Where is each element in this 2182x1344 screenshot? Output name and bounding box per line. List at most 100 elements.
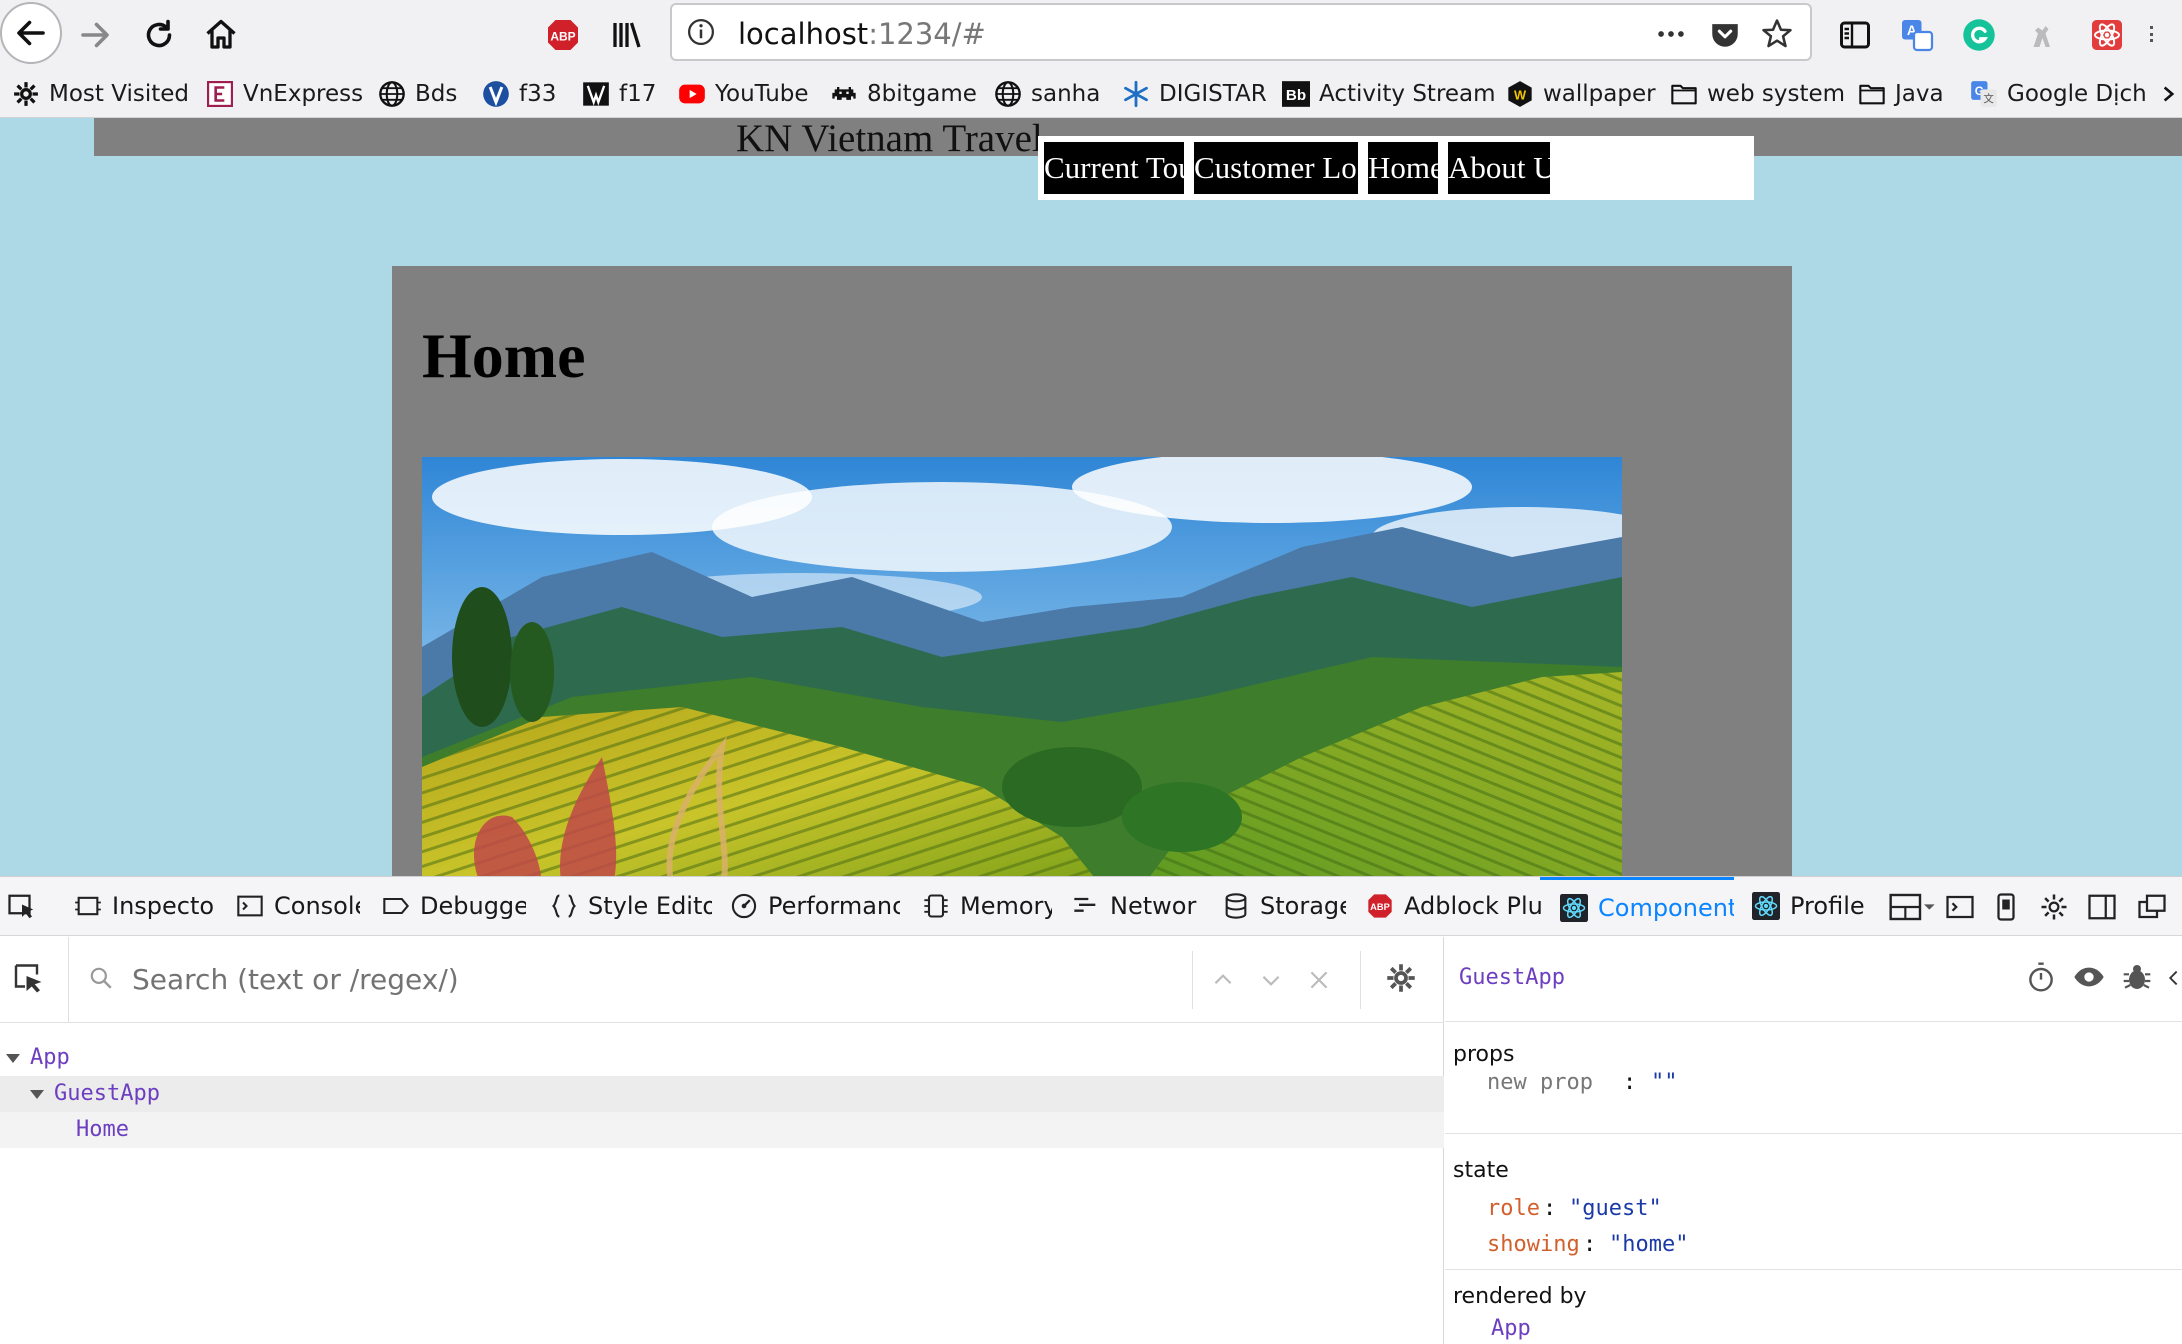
responsive-mode-icon[interactable]	[1990, 891, 2022, 923]
bookmark-wallpaper[interactable]: W wallpaper	[1506, 76, 1656, 112]
component-inspector: GuestApp props new prop : "" state role …	[1445, 937, 2182, 1344]
bookmark-web-system[interactable]: web system	[1670, 76, 1845, 112]
gear-icon	[12, 80, 40, 108]
tab-performance[interactable]: Performanc	[730, 877, 900, 935]
f17-icon	[582, 80, 610, 108]
tab-adblock-plus[interactable]: ABP Adblock Plu	[1366, 877, 1542, 935]
url-text[interactable]: localhost:1234/#	[738, 17, 986, 51]
overflow-handle[interactable]	[2150, 26, 2154, 42]
divider	[1192, 951, 1193, 1009]
chevron-down-icon[interactable]	[1258, 967, 1286, 995]
tab-network[interactable]: Networ	[1072, 877, 1200, 935]
tree-node-label: App	[30, 1045, 70, 1070]
state-value[interactable]: "guest"	[1569, 1196, 1662, 1221]
page-info-icon[interactable]	[686, 17, 716, 47]
frames-dropdown-icon[interactable]	[1888, 891, 1936, 923]
rendered-by-link[interactable]: App	[1491, 1316, 1531, 1341]
nav-current-tours[interactable]: Current Tours	[1044, 142, 1216, 194]
react-ext-icon[interactable]	[2078, 6, 2136, 64]
bookmark-youtube[interactable]: YouTube	[678, 76, 809, 112]
state-key[interactable]: showing	[1487, 1232, 1580, 1257]
chevron-left-icon[interactable]	[2167, 967, 2181, 989]
state-key[interactable]: role	[1487, 1196, 1540, 1221]
grammarly-icon[interactable]	[1950, 6, 2008, 64]
bookmark-label: wallpaper	[1543, 81, 1656, 107]
bookmark-bds[interactable]: Bds	[378, 76, 457, 112]
tab-inspector[interactable]: Inspecto	[74, 877, 214, 935]
tab-debugger[interactable]: Debugge	[382, 877, 526, 935]
prop-value[interactable]: ""	[1651, 1070, 1678, 1095]
tab-label: Component	[1598, 893, 1734, 922]
tab-label: Profile	[1790, 892, 1865, 920]
forward-arrow-icon[interactable]	[66, 6, 124, 64]
rendered-by-section: rendered by App	[1445, 1269, 2182, 1344]
state-section: state role : "guest" showing : "home"	[1445, 1133, 2182, 1269]
bookmark-label: Bds	[415, 81, 458, 107]
wallpaper-icon: W	[1506, 80, 1534, 108]
home-icon[interactable]	[192, 6, 250, 64]
tree-node-app[interactable]: App	[0, 1040, 1444, 1076]
bookmark-f33[interactable]: f33	[482, 76, 556, 112]
library-icon[interactable]	[598, 6, 656, 64]
pick-element-icon[interactable]	[6, 891, 38, 923]
chevron-up-icon[interactable]	[1210, 967, 1238, 995]
nav-about-us[interactable]: About Us	[1448, 142, 1568, 194]
bookmark-label: Activity Stream	[1319, 81, 1496, 107]
stopwatch-icon[interactable]	[2025, 961, 2059, 995]
bookmark-label: f33	[519, 81, 557, 107]
tab-storage[interactable]: Storage	[1222, 877, 1346, 935]
bug-icon[interactable]	[2121, 961, 2155, 995]
expand-arrow-icon[interactable]	[30, 1089, 44, 1099]
tree-node-home[interactable]: Home	[0, 1112, 1444, 1148]
nav-customer-login[interactable]: Customer Login	[1194, 142, 1396, 194]
state-value[interactable]: "home"	[1609, 1232, 1688, 1257]
tab-style-editor[interactable]: Style Edito	[550, 877, 712, 935]
bookmark-google-dich[interactable]: G文 Google Dịch	[1970, 76, 2147, 112]
bookmark-activity-stream[interactable]: Bb Activity Stream	[1282, 76, 1496, 112]
props-section: props new prop : ""	[1445, 1021, 2182, 1133]
search-input[interactable]	[132, 959, 1172, 999]
tab-console[interactable]: Console	[236, 877, 360, 935]
nav-home[interactable]: Home	[1368, 142, 1444, 194]
bookmark-java[interactable]: Java	[1858, 76, 1944, 112]
tab-components[interactable]: Component	[1540, 877, 1734, 935]
tree-node-guestapp[interactable]: GuestApp	[0, 1076, 1444, 1112]
youtube-icon	[678, 80, 706, 108]
colon-separator: :	[1543, 1196, 1557, 1221]
bookmark-sanha[interactable]: sanha	[994, 76, 1100, 112]
bookmark-most-visited[interactable]: Most Visited	[12, 76, 189, 112]
bookmarks-overflow-chevron-icon[interactable]	[2162, 76, 2176, 112]
translate-icon[interactable]: A	[1888, 6, 1946, 64]
svg-text:ABP: ABP	[550, 29, 575, 43]
pocket-icon[interactable]	[1706, 15, 1744, 53]
gear-icon[interactable]	[1386, 963, 1418, 995]
bookmark-f17[interactable]: f17	[582, 76, 656, 112]
bookmark-star-icon[interactable]	[1758, 15, 1796, 53]
reload-icon[interactable]	[130, 6, 188, 64]
gear-icon[interactable]	[2038, 891, 2070, 923]
props-heading: props	[1453, 1042, 1515, 1067]
split-console-icon[interactable]	[1944, 891, 1976, 923]
separate-window-icon[interactable]	[2136, 891, 2168, 923]
tab-memory[interactable]: Memory	[922, 877, 1052, 935]
eye-icon[interactable]	[2073, 961, 2107, 995]
tree-search-bar	[0, 937, 1444, 1023]
select-component-icon[interactable]	[10, 961, 48, 999]
reader-sidebar-icon[interactable]	[1826, 6, 1884, 64]
tab-profiler[interactable]: Profile	[1752, 877, 1870, 935]
prop-key[interactable]: new prop	[1487, 1070, 1593, 1095]
more-dots-icon[interactable]	[1652, 15, 1690, 53]
bookmark-vnexpress[interactable]: VnExpress	[206, 76, 363, 112]
bookmark-8bitgame[interactable]: 8bitgame	[830, 76, 977, 112]
back-arrow-icon[interactable]	[0, 2, 62, 64]
close-icon[interactable]	[1306, 967, 1334, 995]
bookmark-label: 8bitgame	[867, 81, 977, 107]
url-bar[interactable]: localhost:1234/#	[670, 3, 1812, 61]
adblock-icon[interactable]: ABP	[534, 6, 592, 64]
expand-arrow-icon[interactable]	[6, 1053, 20, 1063]
extension-icon[interactable]	[2012, 6, 2070, 64]
tree-node-label: Home	[76, 1117, 129, 1142]
bookmark-digistar[interactable]: DIGISTAR	[1122, 76, 1267, 112]
tab-label: Storage	[1260, 892, 1346, 920]
dock-side-icon[interactable]	[2086, 891, 2118, 923]
